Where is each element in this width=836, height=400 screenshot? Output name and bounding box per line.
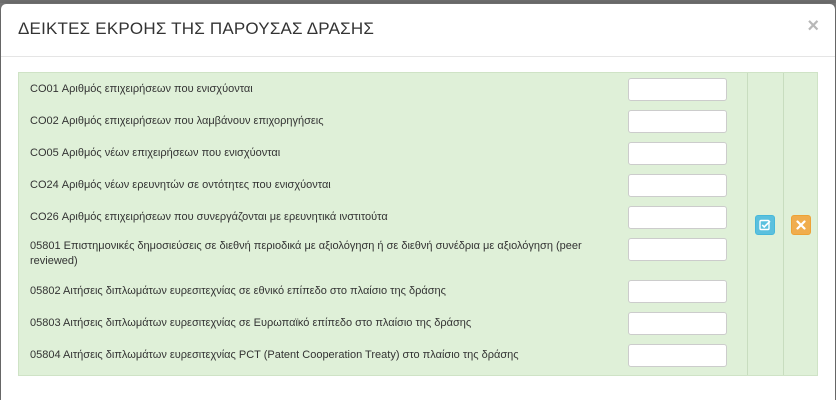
indicator-label: 05804 Αιτήσεις διπλωμάτων ευρεσιτεχνίας … — [30, 349, 519, 361]
save-button[interactable] — [755, 215, 775, 235]
indicator-label: CO26 Αριθμός επιχειρήσεων που συνεργάζον… — [30, 211, 388, 223]
indicator-value-input[interactable] — [628, 142, 727, 165]
indicator-value-input[interactable] — [628, 206, 727, 229]
indicator-row: CO01 Αριθμός επιχειρήσεων που ενισχύοντα… — [19, 73, 747, 105]
column-divider — [783, 73, 784, 375]
indicators-table: CO01 Αριθμός επιχειρήσεων που ενισχύοντα… — [18, 72, 818, 376]
indicator-row: CO26 Αριθμός επιχειρήσεων που συνεργάζον… — [19, 201, 747, 233]
indicator-label: CO02 Αριθμός επιχειρήσεων που λαμβάνουν … — [30, 115, 324, 127]
indicator-row: CO02 Αριθμός επιχειρήσεων που λαμβάνουν … — [19, 105, 747, 137]
indicator-row: 05801 Επιστημονικές δημοσιεύσεις σε διεθ… — [19, 233, 747, 277]
close-icon[interactable]: × — [807, 16, 819, 36]
indicator-label: CO05 Αριθμός νέων επιχειρήσεων που ενισχ… — [30, 147, 281, 159]
indicator-row: CO24 Αριθμός νέων ερευνητών σε οντότητες… — [19, 169, 747, 201]
cancel-button[interactable] — [791, 215, 811, 235]
check-square-icon — [759, 219, 771, 231]
page-backdrop — [0, 0, 836, 3]
indicator-value-input[interactable] — [628, 312, 727, 335]
indicator-label: 05801 Επιστημονικές δημοσιεύσεις σε διεθ… — [30, 240, 582, 267]
indicators-modal: ΔΕΙΚΤΕΣ ΕΚΡΟΗΣ ΤΗΣ ΠΑΡΟΥΣΑΣ ΔΡΑΣΗΣ × CO0… — [1, 4, 835, 400]
x-icon — [796, 220, 806, 230]
indicator-value-input[interactable] — [628, 238, 727, 261]
indicator-value-input[interactable] — [628, 344, 727, 367]
indicator-label: 05802 Αιτήσεις διπλωμάτων ευρεσιτεχνίας … — [30, 285, 446, 297]
indicator-row: 05804 Αιτήσεις διπλωμάτων ευρεσιτεχνίας … — [19, 341, 747, 375]
indicator-row: CO05 Αριθμός νέων επιχειρήσεων που ενισχ… — [19, 137, 747, 169]
indicator-value-input[interactable] — [628, 280, 727, 303]
modal-header: ΔΕΙΚΤΕΣ ΕΚΡΟΗΣ ΤΗΣ ΠΑΡΟΥΣΑΣ ΔΡΑΣΗΣ × — [1, 4, 835, 57]
indicator-label: CO01 Αριθμός επιχειρήσεων που ενισχύοντα… — [30, 83, 253, 95]
indicator-label: CO24 Αριθμός νέων ερευνητών σε οντότητες… — [30, 179, 331, 191]
indicator-row: 05802 Αιτήσεις διπλωμάτων ευρεσιτεχνίας … — [19, 277, 747, 309]
indicator-value-input[interactable] — [628, 174, 727, 197]
modal-title: ΔΕΙΚΤΕΣ ΕΚΡΟΗΣ ΤΗΣ ΠΑΡΟΥΣΑΣ ΔΡΑΣΗΣ — [18, 19, 375, 38]
indicator-value-input[interactable] — [628, 78, 727, 101]
indicator-row: 05803 Αιτήσεις διπλωμάτων ευρεσιτεχνίας … — [19, 309, 747, 341]
indicator-label: 05803 Αιτήσεις διπλωμάτων ευρεσιτεχνίας … — [30, 317, 472, 329]
indicator-value-input[interactable] — [628, 110, 727, 133]
column-divider — [747, 73, 748, 375]
